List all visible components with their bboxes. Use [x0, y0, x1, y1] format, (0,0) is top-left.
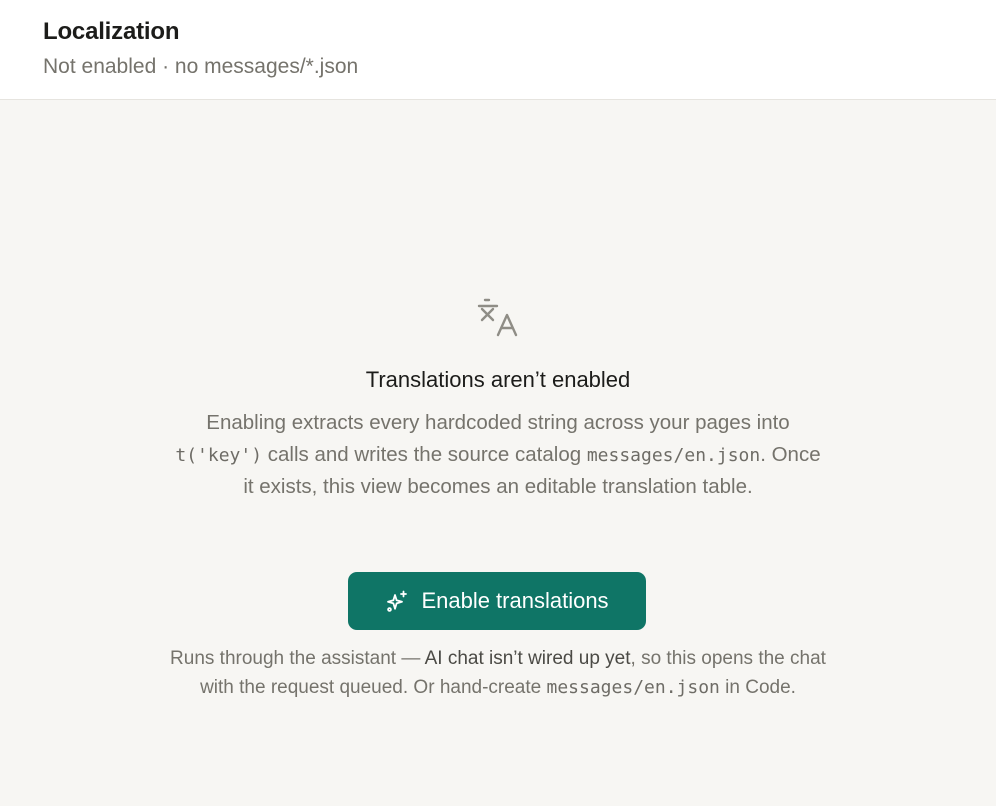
description-text: calls and writes the source catalog	[262, 442, 587, 466]
empty-state-title: Translations aren’t enabled	[365, 367, 631, 392]
footnote-text: in Code.	[719, 676, 796, 698]
enable-translations-button[interactable]: Enable translations	[348, 572, 646, 630]
page-subtitle: Not enabled · no messages/*.json	[43, 55, 359, 78]
page-header: Localization Not enabled · no messages/*…	[0, 0, 996, 100]
translate-icon	[477, 298, 518, 337]
description-text: Enabling extracts every hardcoded string…	[206, 411, 790, 434]
footnote-text: Runs through the assistant —	[170, 648, 425, 669]
sparkle-icon	[387, 590, 408, 612]
page-title: Localization	[43, 18, 180, 45]
enable-translations-label: Enable translations	[421, 588, 609, 613]
inline-code-t-key: t('key')	[175, 444, 263, 466]
empty-state: Translations aren’t enabled Enabling ext…	[0, 100, 996, 806]
footnote-highlight: AI chat isn’t wired up yet	[424, 648, 631, 669]
inline-code-messages-path: messages/en.json	[546, 676, 720, 698]
empty-state-footnote: Runs through the assistant — AI chat isn…	[170, 645, 826, 702]
empty-state-description: Enabling extracts every hardcoded string…	[170, 407, 826, 503]
inline-code-messages-path: messages/en.json	[586, 444, 761, 466]
